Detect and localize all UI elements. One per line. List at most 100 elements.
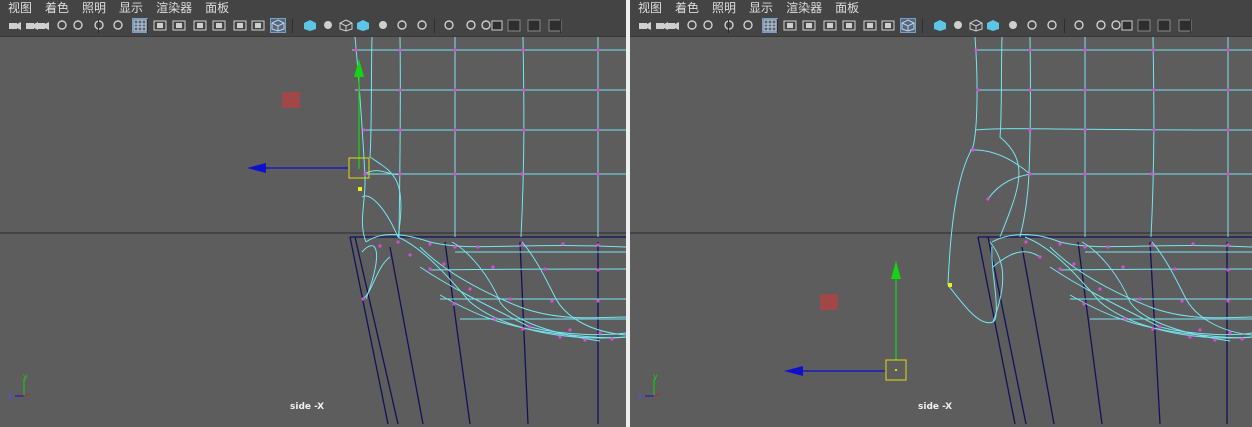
camera-attributes-icon[interactable] xyxy=(666,19,680,32)
multisample-aa-icon[interactable] xyxy=(1094,19,1108,32)
toolbar-separator xyxy=(292,19,293,33)
menu-show[interactable]: 显示 xyxy=(119,0,143,16)
xray-joints-icon[interactable] xyxy=(527,19,541,32)
bookmark-icon[interactable] xyxy=(685,19,699,32)
panel-toolbar xyxy=(630,16,1252,37)
menu-panels[interactable]: 面板 xyxy=(835,0,859,16)
resolution-gate-icon[interactable] xyxy=(172,19,186,32)
camera-label: side -X xyxy=(290,402,325,412)
camera-select-icon[interactable] xyxy=(638,19,652,32)
wireframe-icon[interactable] xyxy=(270,18,286,33)
selected-vertex xyxy=(948,283,952,287)
svg-text:y: y xyxy=(653,373,658,381)
safe-title-icon[interactable] xyxy=(881,19,895,32)
menu-view[interactable]: 视图 xyxy=(8,0,32,16)
xray-joints-icon[interactable] xyxy=(1157,19,1171,32)
resolution-gate-icon[interactable] xyxy=(802,19,816,32)
svg-text:z: z xyxy=(638,392,642,401)
film-gate-icon[interactable] xyxy=(783,19,797,32)
toolbar-separator xyxy=(1064,19,1065,33)
gate-mask-icon[interactable] xyxy=(193,19,207,32)
wireframe-icon[interactable] xyxy=(900,18,916,33)
motion-blur-icon[interactable] xyxy=(1072,19,1086,32)
toolbar-separator xyxy=(728,19,729,33)
smooth-shade-icon[interactable] xyxy=(303,19,317,32)
safe-title-icon[interactable] xyxy=(251,19,265,32)
safe-action-icon[interactable] xyxy=(863,19,877,32)
xray-icon[interactable] xyxy=(1137,19,1151,32)
isolate-select-icon[interactable] xyxy=(1120,19,1134,32)
safe-action-icon[interactable] xyxy=(233,19,247,32)
vertices xyxy=(971,48,1244,342)
field-chart-icon[interactable] xyxy=(212,19,226,32)
gate-mask-icon[interactable] xyxy=(823,19,837,32)
screen-space-ao-icon[interactable] xyxy=(415,19,429,32)
camera-select-icon[interactable] xyxy=(8,19,22,32)
viewport-panel-right[interactable]: 视图 着色 照明 显示 渲染器 面板 y z side -X xyxy=(630,0,1252,427)
grid-icon[interactable] xyxy=(762,18,778,33)
shadows-icon[interactable] xyxy=(395,19,409,32)
toolbar-separator xyxy=(777,19,778,33)
back-faces xyxy=(349,236,626,425)
menu-renderer[interactable]: 渲染器 xyxy=(786,0,822,16)
2d-pan-zoom-icon[interactable] xyxy=(741,19,755,32)
use-all-lights-icon[interactable] xyxy=(376,19,390,32)
wireframe-mesh xyxy=(352,37,626,342)
menu-view[interactable]: 视图 xyxy=(638,0,662,16)
grease-pencil-icon[interactable] xyxy=(92,19,106,32)
use-all-lights-icon[interactable] xyxy=(1006,19,1020,32)
viewport-3d[interactable]: y z xyxy=(630,37,1252,427)
scene-left[interactable] xyxy=(0,37,626,427)
wireframe-on-shaded-icon[interactable] xyxy=(339,19,353,32)
field-chart-icon[interactable] xyxy=(842,19,856,32)
default-lighting-icon[interactable] xyxy=(951,19,965,32)
menu-panels[interactable]: 面板 xyxy=(205,0,229,16)
isolate-select-icon[interactable] xyxy=(490,19,504,32)
menu-renderer[interactable]: 渲染器 xyxy=(156,0,192,16)
toolbar-separator xyxy=(98,19,99,33)
toolbar-separator xyxy=(560,19,561,33)
image-plane-icon[interactable] xyxy=(701,19,715,32)
grease-pencil-icon[interactable] xyxy=(722,19,736,32)
svg-text:z: z xyxy=(8,392,12,401)
wireframe-mesh xyxy=(947,37,1252,342)
pivot-square-icon xyxy=(282,92,300,108)
panel-menu-bar: 视图 着色 照明 显示 渲染器 面板 xyxy=(630,0,1252,16)
shadows-icon[interactable] xyxy=(1025,19,1039,32)
menu-lighting[interactable]: 照明 xyxy=(712,0,736,16)
toolbar-separator xyxy=(434,19,435,33)
bookmark-icon[interactable] xyxy=(55,19,69,32)
menu-shading[interactable]: 着色 xyxy=(675,0,699,16)
scene-right[interactable] xyxy=(630,37,1252,427)
textured-icon[interactable] xyxy=(356,19,370,32)
view-axis-indicator: y z xyxy=(4,372,30,403)
default-lighting-icon[interactable] xyxy=(321,19,335,32)
camera-attributes-icon[interactable] xyxy=(36,19,50,32)
pivot-square-icon xyxy=(820,294,838,310)
multisample-aa-icon[interactable] xyxy=(464,19,478,32)
toolbar-separator xyxy=(922,19,923,33)
textured-icon[interactable] xyxy=(986,19,1000,32)
viewport-3d[interactable]: y z xyxy=(0,37,626,427)
panel-toolbar xyxy=(0,16,626,37)
menu-show[interactable]: 显示 xyxy=(749,0,773,16)
viewport-panel-left[interactable]: 视图 着色 照明 显示 渲染器 面板 y z side -X xyxy=(0,0,626,427)
wireframe-on-shaded-icon[interactable] xyxy=(969,19,983,32)
xray-icon[interactable] xyxy=(507,19,521,32)
image-plane-icon[interactable] xyxy=(71,19,85,32)
camera-label: side -X xyxy=(918,402,953,412)
vertices xyxy=(354,48,614,342)
menu-shading[interactable]: 着色 xyxy=(45,0,69,16)
2d-pan-zoom-icon[interactable] xyxy=(111,19,125,32)
motion-blur-icon[interactable] xyxy=(442,19,456,32)
view-axis-indicator: y z xyxy=(634,372,660,403)
move-manipulator xyxy=(247,59,370,191)
grid-icon[interactable] xyxy=(132,18,148,33)
toolbar-separator xyxy=(1190,19,1191,33)
move-manipulator xyxy=(784,261,907,381)
screen-space-ao-icon[interactable] xyxy=(1045,19,1059,32)
svg-text:y: y xyxy=(23,373,28,381)
film-gate-icon[interactable] xyxy=(153,19,167,32)
menu-lighting[interactable]: 照明 xyxy=(82,0,106,16)
smooth-shade-icon[interactable] xyxy=(933,19,947,32)
